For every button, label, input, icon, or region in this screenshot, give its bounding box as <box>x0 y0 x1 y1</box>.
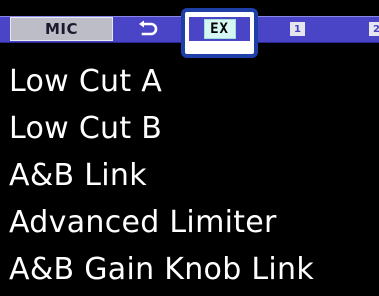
menu-item-label: A&B Link <box>9 157 147 193</box>
menu-item-advanced-limiter[interactable]: Advanced Limiter <box>9 199 277 245</box>
menu-item-label: Low Cut B <box>9 110 163 146</box>
device-screen: MIC EX 1 2 Low Cut A Low Cut B A&B Link … <box>0 0 379 296</box>
back-tab[interactable] <box>128 17 168 41</box>
tab-page-2-label: 2 <box>373 23 379 35</box>
tab-page-1-label: 1 <box>294 23 301 35</box>
tab-bar: MIC EX 1 2 <box>0 0 379 58</box>
return-arrow-icon <box>139 20 158 36</box>
tab-ex[interactable]: EX <box>189 17 250 41</box>
ex-badge: EX <box>203 19 236 39</box>
tab-page-1[interactable]: 1 <box>290 22 305 36</box>
tab-mic[interactable]: MIC <box>10 17 113 41</box>
menu-item-label: Low Cut A <box>9 63 163 99</box>
menu-item-low-cut-b[interactable]: Low Cut B <box>9 105 162 151</box>
tab-page-2[interactable]: 2 <box>369 22 379 36</box>
tab-mic-label: MIC <box>44 20 79 38</box>
menu-item-label: Advanced Limiter <box>9 204 277 240</box>
menu-item-label: A&B Gain Knob Link <box>9 251 315 287</box>
menu-item-low-cut-a[interactable]: Low Cut A <box>9 58 162 104</box>
tab-ex-label: EX <box>210 21 229 37</box>
menu-item-ab-link[interactable]: A&B Link <box>9 152 147 198</box>
menu-item-ab-gain-knob-link[interactable]: A&B Gain Knob Link <box>9 246 314 292</box>
